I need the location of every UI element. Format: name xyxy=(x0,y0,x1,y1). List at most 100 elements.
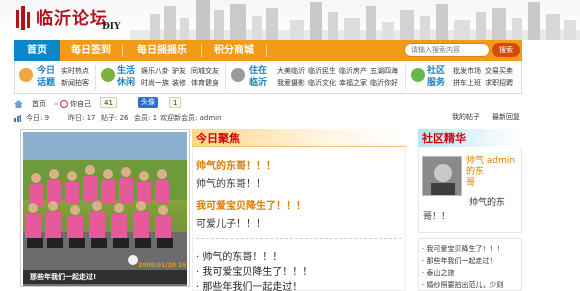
category-link[interactable]: 临沂房产 xyxy=(339,67,367,76)
category-title-life[interactable]: 生活 休闲 xyxy=(117,65,141,89)
avatar[interactable] xyxy=(422,156,462,196)
focus-list-item-label: 那些年我们一起走过！ xyxy=(202,282,303,291)
category-title-service[interactable]: 社区 服务 xyxy=(427,65,451,89)
category-link[interactable]: 幸福之家 xyxy=(339,79,367,88)
logo-emblem-icon xyxy=(16,6,30,30)
user-count-badge: 41 xyxy=(100,97,117,108)
community-user-name-part: 哥 xyxy=(466,178,476,188)
category-divider xyxy=(225,65,226,90)
nav-daily-signin[interactable]: 每日签到 xyxy=(60,40,122,61)
photo-caption[interactable]: 那些年我们一起走过! xyxy=(30,272,96,282)
category-link[interactable]: 临沂你好 xyxy=(370,79,398,88)
community-title: 社区精华 xyxy=(422,132,466,145)
nav-home[interactable]: 首页 xyxy=(14,40,60,61)
latest-reply-link[interactable]: 最新回复 xyxy=(492,112,520,122)
category-title-line: 临沂 xyxy=(249,78,268,88)
category-title-linyi[interactable]: 住在 临沂 xyxy=(249,65,273,89)
category-title-line: 生活 xyxy=(117,66,136,76)
category-link[interactable]: 大美临沂 xyxy=(277,67,305,76)
focus-divider xyxy=(196,238,402,239)
category-divider xyxy=(95,65,96,90)
stats-members: 会员: 1 xyxy=(134,114,158,122)
search-button[interactable]: 搜索 xyxy=(492,43,520,57)
community-post-text-line: 哥！！ xyxy=(423,212,451,222)
category-title-line: 今日 xyxy=(37,66,56,76)
focus-list-item[interactable]: · 我可爱宝贝降生了！！！ xyxy=(196,263,312,278)
breadcrumb-separator: » xyxy=(54,100,59,108)
community-list-item[interactable]: · 泰山之旅 xyxy=(422,268,454,278)
my-posts-link[interactable]: 我的帖子 xyxy=(452,112,480,122)
category-link[interactable]: 求职招聘 xyxy=(485,79,513,88)
category-link[interactable]: 同城交友 xyxy=(191,67,219,76)
focus-headline[interactable]: 我可爱宝贝降生了！！！ xyxy=(196,197,306,212)
community-user-name-part: admin xyxy=(486,156,516,166)
breadcrumb-user[interactable]: 你自己 xyxy=(70,97,91,111)
focus-summary: 可爱儿子！！！ xyxy=(196,219,266,230)
community-post-text-line: 帅气的东 xyxy=(469,198,506,208)
category-link[interactable]: 我爱摄影 xyxy=(277,79,305,88)
focus-headline[interactable]: 帅气的东哥！！！ xyxy=(196,157,276,172)
community-list-item[interactable]: · 我可爱宝贝降生了！！！ xyxy=(422,244,503,254)
category-link[interactable]: 体育健身 xyxy=(191,79,219,88)
category-divider xyxy=(405,65,406,90)
category-title-line: 服务 xyxy=(427,78,446,88)
breadcrumb: 首页 » 你自己 41 头像 1 xyxy=(14,97,522,111)
focus-summary: 帅气的东哥！！ xyxy=(196,179,266,190)
community-list-item-label: 泰山之旅 xyxy=(426,269,455,277)
community-list-item-label: 婚纱照要拍出范儿，少则 xyxy=(426,281,504,289)
leaf-icon xyxy=(101,68,115,82)
city-skyline-banner xyxy=(130,0,580,40)
stats-yesterday: 昨日: 17 xyxy=(68,114,96,122)
category-link[interactable]: 时尚一族 xyxy=(141,79,169,88)
photo-timestamp: 2009/01/20 16 xyxy=(138,262,187,269)
site-logo[interactable]: 临沂论坛 xyxy=(36,4,108,29)
category-link[interactable]: 拼车上班 xyxy=(453,79,481,88)
community-post-text[interactable]: 帅气的东 哥！！ xyxy=(423,196,523,224)
category-link[interactable]: 驴友 xyxy=(172,67,186,76)
category-link[interactable]: 五湖四海 xyxy=(370,67,398,76)
category-title-today[interactable]: 今日 话题 xyxy=(37,65,61,89)
stats-posts: 帖子: 26 xyxy=(101,114,129,122)
today-focus-title: 今日聚焦 xyxy=(196,132,240,145)
category-link[interactable]: 娱乐八卦 xyxy=(141,67,169,76)
site-header: 临沂论坛 DIY xyxy=(0,0,580,40)
chat-bubble-icon xyxy=(231,68,245,82)
community-list-item[interactable]: · 那些年我们一起走过！ xyxy=(422,256,496,266)
forum-stats: 今日: 9 昨日: 17 帖子: 26 会员: 1 欢迎新会员: admin xyxy=(14,112,522,124)
community-user-name-part: 的东 xyxy=(466,167,485,177)
category-link[interactable]: 交易买卖 xyxy=(485,67,513,76)
breadcrumb-home[interactable]: 首页 xyxy=(32,97,46,111)
community-user-name[interactable]: 帅气 admin 的东 哥 xyxy=(466,156,522,189)
category-title-line: 话题 xyxy=(37,78,56,88)
community-user-name-part: 帅气 xyxy=(466,156,485,166)
avatar-count-badge: 1 xyxy=(169,97,182,108)
nav-separator xyxy=(266,44,267,57)
category-link[interactable]: 临沂文化 xyxy=(308,79,336,88)
logo-suffix: DIY xyxy=(102,22,121,32)
category-link[interactable]: 实时热点 xyxy=(61,67,89,76)
focus-list-item-label: 我可爱宝贝降生了！！！ xyxy=(202,267,313,278)
category-bar: 今日 话题 实时热点 新闻拍客 生活 休闲 娱乐八卦 驴友 同城交友 时尚一族 … xyxy=(14,61,522,94)
category-link[interactable]: 装修 xyxy=(172,79,186,88)
search-input[interactable] xyxy=(404,43,490,57)
community-list-item-label: 我可爱宝贝降生了！！！ xyxy=(426,245,504,253)
avatar-image xyxy=(423,157,461,195)
stats-welcome[interactable]: 欢迎新会员: admin xyxy=(160,112,222,124)
nav-points-mall[interactable]: 积分商城 xyxy=(202,40,266,61)
category-link[interactable]: 新闻拍客 xyxy=(61,79,89,88)
avatar-badge[interactable]: 头像 xyxy=(138,97,158,108)
stats-icon xyxy=(14,115,21,122)
focus-list-item-label: 帅气的东哥！！！ xyxy=(202,252,283,263)
stats-today: 今日: 9 xyxy=(26,114,50,122)
category-link[interactable]: 批发市场 xyxy=(453,67,481,76)
nav-daily-shake[interactable]: 每日摇摇乐 xyxy=(123,40,201,61)
category-title-line: 社区 xyxy=(427,66,446,76)
cup-icon xyxy=(19,68,33,82)
community-list-item-label: 那些年我们一起走过！ xyxy=(426,257,497,265)
focus-list-item[interactable]: · 帅气的东哥！！！ xyxy=(196,248,282,263)
community-list-item[interactable]: · 婚纱照要拍出范儿，少则 xyxy=(422,280,503,290)
focus-list-item[interactable]: · 那些年我们一起走过！ xyxy=(196,278,302,291)
home-icon[interactable] xyxy=(14,100,23,108)
category-link[interactable]: 临沂民生 xyxy=(308,67,336,76)
service-icon xyxy=(411,68,425,82)
